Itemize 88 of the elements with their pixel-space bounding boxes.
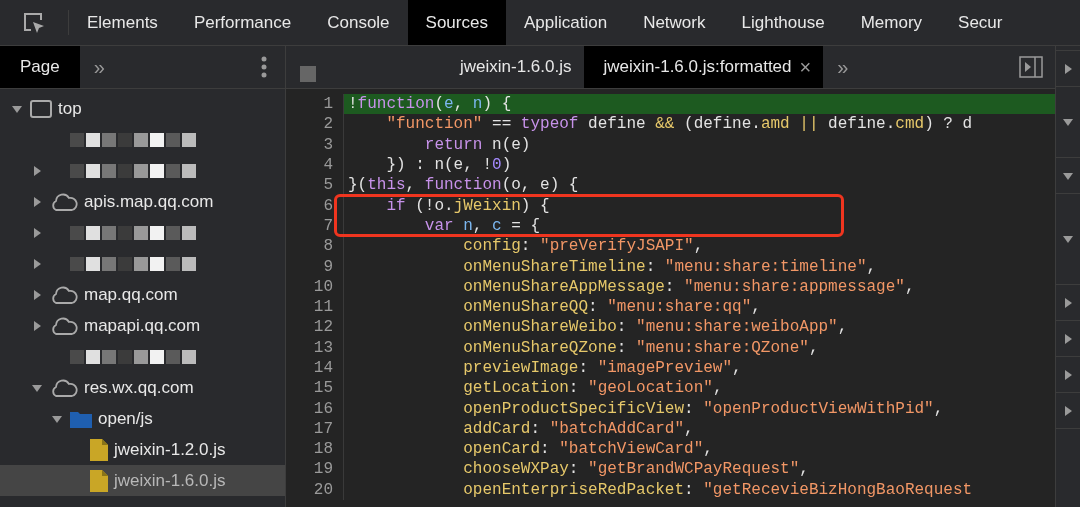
line-number: 2 [286,114,344,135]
expand-arrow-icon[interactable] [32,320,42,331]
code-line: }) : n(e, !0) [385,155,513,176]
line-number: 9 [286,256,344,277]
cloud-icon [50,192,78,211]
section-arrow-icon[interactable] [1063,234,1073,244]
panel-tab[interactable]: Application [505,0,626,45]
tree-item[interactable]: open/js [98,408,153,429]
expand-arrow-icon[interactable] [32,165,42,176]
line-number: 14 [286,357,344,379]
line-number: 11 [286,296,344,318]
cloud-icon [50,285,78,304]
line-number: 6 [286,195,344,216]
folder-icon [70,409,92,428]
panel-tab[interactable]: Sources [407,0,506,45]
tree-item[interactable]: jweixin-1.2.0.js [114,439,226,460]
close-tab-icon[interactable]: × [799,55,812,79]
code-line: onMenuShareQQ: "menu:share:qq", [462,297,762,318]
more-tabs-button[interactable]: » [79,46,119,88]
line-number: 16 [286,398,344,419]
expand-arrow-icon[interactable] [32,196,42,207]
code-line: return n(e) [423,134,532,155]
tree-item[interactable]: res.wx.qq.com [84,377,194,398]
tree-item[interactable]: mapapi.qq.com [84,315,201,336]
tree-item[interactable]: map.qq.com [84,284,178,305]
code-line: getLocation: "geoLocation", [462,378,724,399]
line-number: 20 [286,479,344,500]
line-number: 13 [286,337,344,358]
line-number: 18 [286,439,344,460]
section-arrow-icon[interactable] [1063,333,1073,344]
expand-arrow-icon[interactable] [32,258,42,269]
code-line: openEnterpriseRedPacket: "getRecevieBizHongBaoRequest [462,479,974,500]
line-number: 5 [286,175,344,196]
line-number: 8 [286,236,344,257]
code-line: var n, c = { [423,215,542,237]
line-number: 7 [286,215,344,237]
expand-arrow-icon[interactable] [12,103,22,114]
more-tabs-button[interactable]: » [823,46,863,88]
panel-tab[interactable]: Console [309,0,408,45]
expand-arrow-icon[interactable] [32,227,42,238]
code-line: }(this, function(o, e) { [347,175,580,196]
code-line: onMenuShareQZone: "menu:share:QZone", [462,337,820,358]
code-line: chooseWXPay: "getBrandWCPayRequest", [462,459,810,480]
code-line: config: "preVerifyJSAPI", [462,236,705,257]
file-tab[interactable]: jweixin-1.6.0.js:formatted × [583,46,824,88]
more-options-icon[interactable] [261,56,267,78]
frame-icon [30,99,52,118]
line-number: 15 [286,378,344,399]
expand-arrow-icon[interactable] [32,289,42,300]
navigator-tab[interactable]: Page [0,46,80,88]
section-arrow-icon[interactable] [1063,117,1073,127]
section-arrow-icon[interactable] [1063,297,1073,308]
panel-tab[interactable]: Performance [175,0,310,45]
panel-tab[interactable]: Secur [940,0,1021,45]
panel-tab[interactable]: Elements [69,0,176,45]
section-arrow-icon[interactable] [1063,170,1073,181]
panel-tab[interactable]: Network [625,0,724,45]
tree-item[interactable]: top [58,98,82,119]
file-tab[interactable]: jweixin-1.6.0.js [440,46,584,88]
section-arrow-icon[interactable] [1063,63,1073,74]
code-line: onMenuShareAppMessage: "menu:share:appmessage", [462,276,916,297]
tree-item[interactable]: apis.map.qq.com [84,191,214,212]
expand-arrow-icon[interactable] [32,382,42,393]
cloud-icon [50,316,78,335]
code-line: openCard: "batchViewCard", [462,439,714,460]
line-number: 3 [286,134,344,155]
line-number: 17 [286,418,344,440]
code-line: onMenuShareWeibo: "menu:share:weiboApp", [462,317,849,338]
code-line: addCard: "batchAddCard", [462,418,695,440]
line-number: 4 [286,154,344,176]
line-number: 12 [286,317,344,338]
code-line: openProductSpecificView: "openProductViewWithPid", [462,398,945,419]
line-number: 19 [286,459,344,480]
code-line: previewImage: "imagePreview", [462,358,743,379]
toggle-sidebar-icon[interactable] [1019,56,1043,78]
code-line: onMenuShareTimeline: "menu:share:timeline", [462,256,878,277]
file-icon [90,438,108,461]
expand-arrow-icon[interactable] [52,413,62,424]
section-arrow-icon[interactable] [1063,369,1073,380]
section-arrow-icon[interactable] [1063,405,1073,416]
cloud-icon [50,378,78,397]
inspect-icon[interactable] [22,10,46,35]
code-line: if (!o.jWeixin) { [385,195,551,216]
panel-tab[interactable]: Memory [842,0,941,45]
code-line: "function" == typeof define && (define.amd || define.cmd) ? d [385,114,974,135]
panel-tab[interactable]: Lighthouse [723,0,843,45]
file-icon [90,469,108,492]
line-number: 10 [286,276,344,297]
